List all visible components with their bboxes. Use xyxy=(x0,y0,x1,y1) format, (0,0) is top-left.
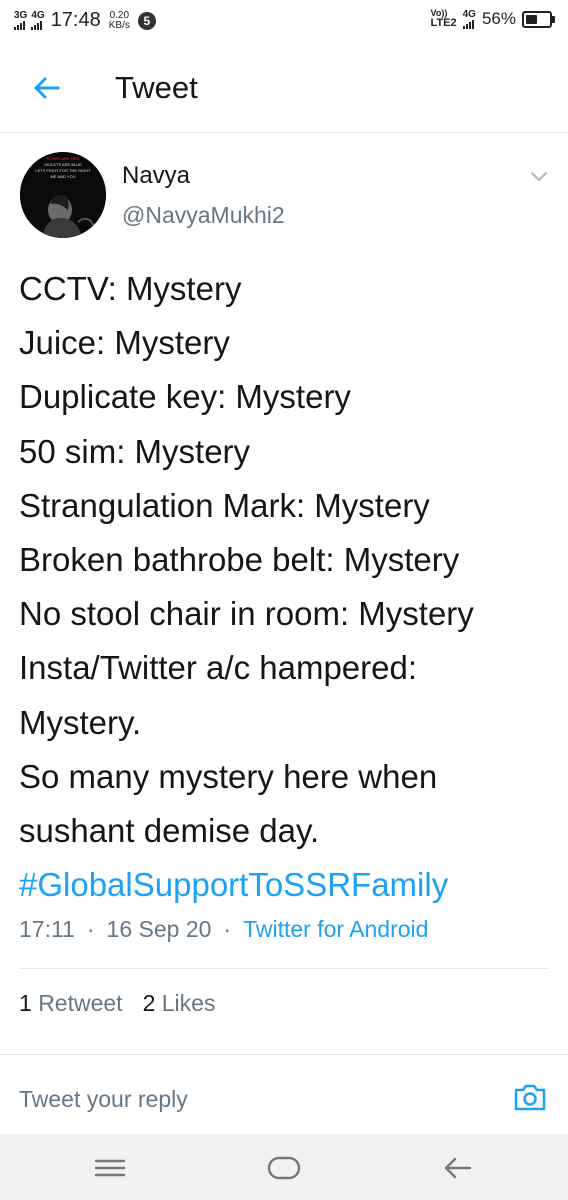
tweet-line: Mystery. xyxy=(19,703,142,741)
speed-value: 0.20 xyxy=(109,9,130,21)
tweet-line: Strangulation Mark: Mystery xyxy=(19,486,430,524)
signal-4g-icon: 4G xyxy=(31,10,45,30)
more-options-button[interactable] xyxy=(528,165,550,187)
avatar-text: ME AND YOU xyxy=(50,174,76,179)
tweet-source-link[interactable]: Twitter for Android xyxy=(243,916,428,943)
meta-separator: · xyxy=(223,916,232,942)
avatar-text: ROSES ARE RED xyxy=(46,156,80,161)
divider xyxy=(19,968,549,969)
tweet-line: CCTV: Mystery xyxy=(19,270,242,307)
tweet-line: sushant demise day. xyxy=(19,812,320,850)
network-type-label: 4G xyxy=(462,8,476,20)
tweet-line: Insta/Twitter a/c hampered: xyxy=(19,649,418,687)
avatar[interactable]: ROSES ARE RED VIOLETS ARE BLUE LETS FIGH… xyxy=(20,152,106,238)
signal-4g-icon: 4G xyxy=(462,8,476,29)
like-count: 2 xyxy=(142,990,156,1016)
home-icon xyxy=(267,1156,301,1180)
tweet-line: So many mystery here when xyxy=(19,757,438,795)
battery-percent: 56% xyxy=(481,9,516,28)
signal-3g-icon: 3G xyxy=(14,11,27,30)
user-handle[interactable]: @NavyaMukhi2 xyxy=(122,202,285,229)
display-name[interactable]: Navya xyxy=(122,162,190,190)
status-time: 17:48 xyxy=(50,9,101,31)
network-type-label: 3G xyxy=(14,10,28,21)
menu-icon xyxy=(94,1159,126,1177)
tweet-text: CCTV: Mystery Juice: Mystery Duplicate k… xyxy=(19,262,559,912)
menu-button[interactable] xyxy=(92,1150,128,1186)
volte-icon: Vo)) LTE2 xyxy=(431,9,457,29)
app-header: Tweet xyxy=(0,44,568,133)
arrow-left-icon xyxy=(34,77,60,99)
tweet-line: No stool chair in room: Mystery xyxy=(19,595,474,633)
speed-unit: KB/s xyxy=(108,19,130,31)
hashtag-link[interactable]: #GlobalSupportToSSRFamily xyxy=(19,858,559,912)
tweet-line: Juice: Mystery xyxy=(19,324,230,362)
page-title: Tweet xyxy=(115,70,198,105)
camera-icon xyxy=(514,1084,546,1111)
status-left: 3G 4G 17:48 0.20 KB/s 5 xyxy=(14,9,156,32)
battery-fill xyxy=(526,14,537,24)
system-back-button[interactable] xyxy=(440,1150,476,1186)
avatar-text: LETS FIGHT FOR THE RIGHT xyxy=(35,168,91,173)
back-icon xyxy=(444,1157,472,1179)
likes-stat[interactable]: 2 Likes xyxy=(143,990,216,1016)
tweet-time: 17:11 xyxy=(19,916,75,942)
tweet-meta: 17:11 · 16 Sep 20 · Twitter for Android xyxy=(19,916,428,943)
tweet-stats: 1 Retweet 2 Likes xyxy=(19,990,215,1017)
status-bar: 3G 4G 17:48 0.20 KB/s 5 Vo)) LTE2 4G 56% xyxy=(0,0,568,44)
system-nav-bar xyxy=(0,1134,568,1200)
retweets-stat[interactable]: 1 Retweet xyxy=(19,990,123,1016)
like-label: Likes xyxy=(161,990,216,1016)
back-button[interactable] xyxy=(28,70,64,106)
chevron-down-icon xyxy=(531,172,547,181)
reply-input[interactable] xyxy=(19,1083,479,1115)
tweet-line: Broken bathrobe belt: Mystery xyxy=(19,541,460,579)
lte-label: LTE2 xyxy=(430,17,457,29)
notification-badge: 5 xyxy=(137,11,156,30)
tweet-date: 16 Sep 20 xyxy=(106,916,212,942)
status-right: Vo)) LTE2 4G 56% xyxy=(431,8,555,29)
battery-icon xyxy=(522,10,555,28)
avatar-text: VIOLETS ARE BLUE xyxy=(44,162,82,167)
tweet-line: 50 sim: Mystery xyxy=(19,432,251,470)
camera-button[interactable] xyxy=(512,1079,548,1115)
network-speed: 0.20 KB/s xyxy=(108,9,130,31)
meta-separator: · xyxy=(86,916,95,942)
network-type-label: 4G xyxy=(31,10,45,21)
tweet-line: Duplicate key: Mystery xyxy=(19,378,351,416)
reply-bar xyxy=(0,1054,568,1135)
home-button[interactable] xyxy=(266,1150,302,1186)
retweet-label: Retweet xyxy=(38,990,123,1016)
retweet-count: 1 xyxy=(19,990,32,1016)
